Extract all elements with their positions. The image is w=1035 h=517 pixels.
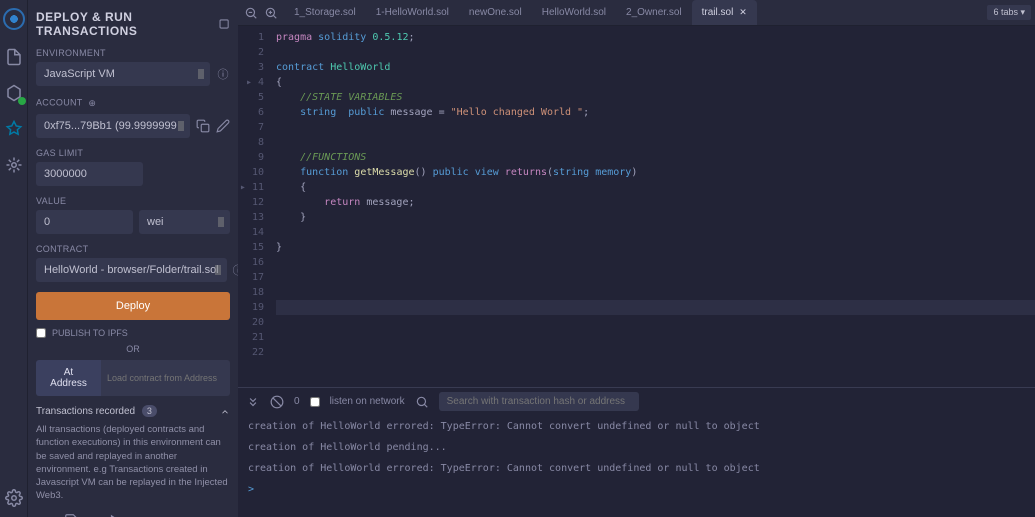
panel-title: DEPLOY & RUN TRANSACTIONS bbox=[36, 10, 230, 38]
tab-1-HelloWorld-sol[interactable]: 1-HelloWorld.sol bbox=[366, 0, 459, 25]
console-line: creation of HelloWorld errored: TypeErro… bbox=[248, 463, 1025, 474]
code-content[interactable]: pragma solidity 0.5.12; contract HelloWo… bbox=[270, 26, 1035, 387]
transactions-header[interactable]: Transactions recorded 3 bbox=[36, 406, 230, 417]
tab-bar: 1_Storage.sol1-HelloWorld.solnewOne.solH… bbox=[238, 0, 1035, 26]
chevron-up-icon[interactable] bbox=[220, 407, 230, 417]
transactions-count-badge: 3 bbox=[142, 405, 157, 417]
debugger-icon[interactable] bbox=[5, 156, 23, 174]
copy-account-icon[interactable] bbox=[196, 119, 210, 133]
deploy-panel: DEPLOY & RUN TRANSACTIONS ENVIRONMENT Ja… bbox=[28, 0, 238, 517]
value-label: VALUE bbox=[36, 196, 230, 206]
at-address-input[interactable] bbox=[101, 360, 230, 396]
tab-trail-sol[interactable]: trail.sol✕ bbox=[692, 0, 757, 25]
compiler-icon[interactable] bbox=[5, 84, 23, 102]
main-area: 1_Storage.sol1-HelloWorld.solnewOne.solH… bbox=[238, 0, 1035, 517]
zoom-out-icon[interactable] bbox=[244, 6, 258, 20]
deploy-icon[interactable] bbox=[5, 120, 23, 138]
run-transactions-icon[interactable] bbox=[108, 513, 122, 517]
console-output: creation of HelloWorld errored: TypeErro… bbox=[238, 415, 1035, 517]
code-editor[interactable]: 1 2 3 ▸ 4 5 6 7 8 9 10 ▸ 11 12 13 14 15 … bbox=[238, 26, 1035, 387]
account-select[interactable]: 0xf75...79Bb1 (99.9999999 bbox=[36, 114, 190, 138]
env-info-icon[interactable]: ⓘ bbox=[216, 67, 230, 81]
close-tab-icon[interactable]: ✕ bbox=[739, 7, 747, 18]
edit-account-icon[interactable] bbox=[216, 119, 230, 133]
pending-count: 0 bbox=[294, 396, 300, 407]
file-explorer-icon[interactable] bbox=[5, 48, 23, 66]
tab-2_Owner-sol[interactable]: 2_Owner.sol bbox=[616, 0, 692, 25]
line-gutter: 1 2 3 ▸ 4 5 6 7 8 9 10 ▸ 11 12 13 14 15 … bbox=[238, 26, 270, 387]
console-toggle-icon[interactable] bbox=[246, 395, 260, 409]
or-divider: OR bbox=[36, 344, 230, 354]
tab-count-badge[interactable]: 6 tabs ▾ bbox=[987, 5, 1031, 20]
tab-1_Storage-sol[interactable]: 1_Storage.sol bbox=[284, 0, 366, 25]
environment-select[interactable]: JavaScript VM bbox=[36, 62, 210, 86]
publish-ipfs-label: PUBLISH TO IPFS bbox=[52, 328, 128, 338]
contract-label: CONTRACT bbox=[36, 244, 230, 254]
listen-network-checkbox[interactable] bbox=[310, 397, 320, 407]
gas-limit-label: GAS LIMIT bbox=[36, 148, 230, 158]
console-line: creation of HelloWorld pending... bbox=[248, 442, 1025, 453]
account-label: ACCOUNT ⊕ bbox=[36, 96, 230, 110]
transactions-description: All transactions (deployed contracts and… bbox=[36, 423, 230, 503]
deploy-button[interactable]: Deploy bbox=[36, 292, 230, 320]
console-line: creation of HelloWorld errored: TypeErro… bbox=[248, 421, 1025, 432]
environment-label: ENVIRONMENT bbox=[36, 48, 230, 58]
tab-HelloWorld-sol[interactable]: HelloWorld.sol bbox=[532, 0, 616, 25]
zoom-in-icon[interactable] bbox=[264, 6, 278, 20]
remix-logo-icon[interactable] bbox=[3, 8, 25, 30]
contract-select[interactable]: HelloWorld - browser/Folder/trail.sol bbox=[36, 258, 227, 282]
publish-ipfs-checkbox[interactable] bbox=[36, 328, 46, 338]
gas-limit-input[interactable] bbox=[36, 162, 143, 186]
console-clear-icon[interactable] bbox=[270, 395, 284, 409]
settings-icon[interactable] bbox=[5, 489, 23, 507]
console-search-icon[interactable] bbox=[415, 395, 429, 409]
value-amount-input[interactable] bbox=[36, 210, 133, 234]
icon-sidebar bbox=[0, 0, 28, 517]
console-panel: 0 listen on network creation of HelloWor… bbox=[238, 387, 1035, 517]
listen-network-label: listen on network bbox=[330, 396, 405, 407]
console-search-input[interactable] bbox=[439, 392, 639, 411]
panel-link-icon[interactable] bbox=[218, 17, 230, 31]
tab-newOne-sol[interactable]: newOne.sol bbox=[459, 0, 532, 25]
save-transactions-icon[interactable] bbox=[64, 513, 78, 517]
value-unit-select[interactable]: wei bbox=[139, 210, 230, 234]
account-add-icon[interactable]: ⊕ bbox=[85, 96, 99, 110]
at-address-button[interactable]: At Address bbox=[36, 360, 101, 396]
console-prompt[interactable]: > bbox=[248, 484, 1025, 495]
